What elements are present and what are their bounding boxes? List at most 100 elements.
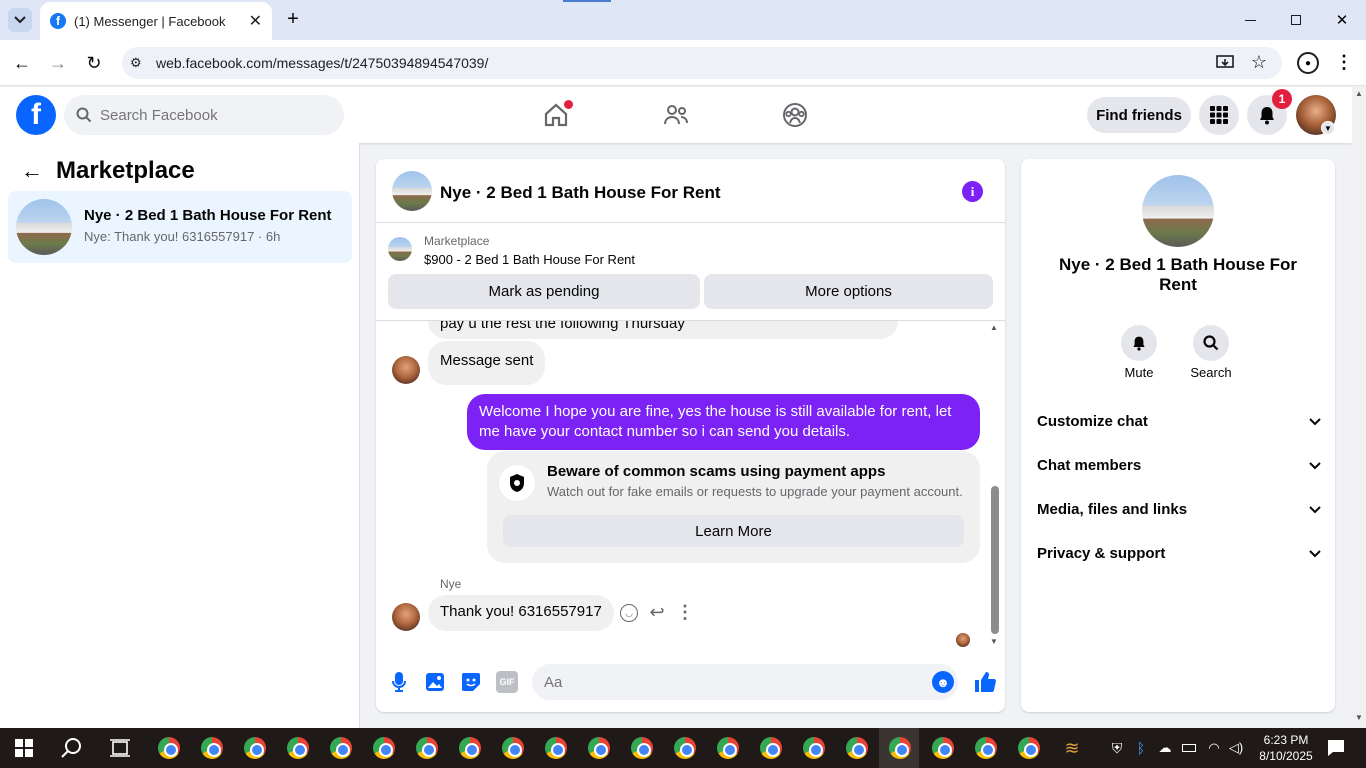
gif-icon[interactable]: GIF: [496, 671, 518, 693]
account-chevron-down-icon[interactable]: ▼: [1321, 121, 1335, 135]
battery-tray-icon[interactable]: [1175, 734, 1203, 762]
chrome-taskbar-icon[interactable]: [671, 734, 699, 762]
chrome-taskbar-icon[interactable]: [284, 734, 312, 762]
chrome-taskbar-icon[interactable]: [757, 734, 785, 762]
chrome-taskbar-icon[interactable]: [327, 734, 355, 762]
mark-as-pending-button[interactable]: Mark as pending: [388, 274, 700, 309]
minimize-icon[interactable]: [1238, 8, 1262, 32]
chevron-down-icon: [1309, 457, 1321, 474]
system-clock[interactable]: 6:23 PM 8/10/2025: [1250, 732, 1322, 764]
home-notification-dot: [564, 100, 573, 109]
tab-list-dropdown-icon[interactable]: [8, 8, 32, 32]
chrome-taskbar-icon[interactable]: [585, 734, 613, 762]
more-options-button[interactable]: More options: [704, 274, 993, 309]
notification-center-icon[interactable]: [1322, 734, 1350, 762]
chrome-taskbar-icon[interactable]: [1015, 734, 1043, 762]
site-settings-icon[interactable]: ⚙: [130, 55, 142, 71]
chrome-taskbar-icon[interactable]: [843, 734, 871, 762]
message-more-icon[interactable]: ⋮: [676, 602, 694, 622]
customize-chat-section[interactable]: Customize chat: [1037, 401, 1321, 441]
chrome-taskbar-icon[interactable]: [370, 734, 398, 762]
conversation-item[interactable]: Nye · 2 Bed 1 Bath House For Rent Nye: T…: [8, 191, 352, 263]
scroll-up-icon[interactable]: ▲: [990, 323, 998, 332]
find-friends-button[interactable]: Find friends: [1087, 97, 1191, 133]
forward-icon[interactable]: →: [46, 51, 70, 75]
facebook-logo-icon[interactable]: f: [16, 95, 56, 135]
contact-avatar-2[interactable]: [392, 603, 420, 631]
facebook-search[interactable]: [64, 95, 344, 135]
menu-grid-icon[interactable]: [1199, 95, 1239, 135]
profile-icon[interactable]: ●: [1297, 52, 1319, 74]
reply-icon[interactable]: ↩: [647, 602, 667, 622]
page-scroll-down-icon[interactable]: ▼: [1355, 713, 1363, 722]
windows-start-icon[interactable]: [10, 734, 38, 762]
conversation-info-panel: Nye · 2 Bed 1 Bath House For Rent Mute S…: [1021, 159, 1335, 712]
thumbs-up-icon[interactable]: [972, 669, 998, 695]
close-tab-icon[interactable]: ✕: [249, 11, 262, 31]
chrome-taskbar-icon[interactable]: [542, 734, 570, 762]
chrome-taskbar-icon[interactable]: [800, 734, 828, 762]
chrome-taskbar-icon[interactable]: [456, 734, 484, 762]
conversation-info-icon[interactable]: i: [962, 181, 983, 202]
chrome-taskbar-icon[interactable]: [628, 734, 656, 762]
chrome-taskbar-icon-active[interactable]: [886, 734, 914, 762]
address-bar[interactable]: ⚙ web.facebook.com/messages/t/2475039489…: [122, 47, 1282, 79]
learn-more-button[interactable]: Learn More: [503, 515, 964, 547]
react-emoji-icon[interactable]: ◡: [620, 604, 638, 622]
mute-bell-icon[interactable]: [1121, 325, 1157, 361]
chrome-taskbar-icon[interactable]: [929, 734, 957, 762]
browser-menu-icon[interactable]: ⋮: [1334, 51, 1354, 73]
page-scroll-up-icon[interactable]: ▲: [1355, 89, 1363, 98]
info-avatar[interactable]: [1142, 175, 1214, 247]
install-app-icon[interactable]: [1214, 52, 1236, 74]
mute-label[interactable]: Mute: [1111, 365, 1167, 380]
page-scrollbar[interactable]: ▲ ▼: [1352, 87, 1366, 728]
chrome-taskbar-icon[interactable]: [155, 734, 183, 762]
message-input-wrapper[interactable]: [532, 664, 958, 700]
groups-icon[interactable]: [779, 99, 811, 131]
incoming-message-text: Thank you! 6316557917: [440, 603, 602, 620]
listing-thumbnail[interactable]: [388, 237, 412, 261]
scroll-down-icon[interactable]: ▼: [990, 637, 998, 646]
photo-icon[interactable]: [424, 671, 446, 693]
scam-warning-body: Watch out for fake emails or requests to…: [547, 484, 963, 499]
back-arrow-icon[interactable]: ←: [20, 158, 44, 183]
chrome-taskbar-icon[interactable]: [198, 734, 226, 762]
message-scrollbar[interactable]: ▲ ▼: [990, 323, 1000, 649]
volume-tray-icon[interactable]: ◁): [1222, 734, 1250, 762]
privacy-support-section[interactable]: Privacy & support: [1037, 533, 1321, 573]
sticker-icon[interactable]: [460, 671, 482, 693]
chat-header-title[interactable]: Nye · 2 Bed 1 Bath House For Rent: [440, 183, 721, 203]
search-conversation-icon[interactable]: [1193, 325, 1229, 361]
media-files-links-section[interactable]: Media, files and links: [1037, 489, 1321, 529]
search-label[interactable]: Search: [1183, 365, 1239, 380]
reload-icon[interactable]: ↻: [82, 51, 106, 75]
restore-icon[interactable]: [1284, 8, 1308, 32]
task-view-icon[interactable]: [106, 734, 134, 762]
url-text[interactable]: web.facebook.com/messages/t/247503948945…: [156, 55, 488, 71]
contact-avatar[interactable]: [392, 356, 420, 384]
chrome-taskbar-icon[interactable]: [714, 734, 742, 762]
friends-icon[interactable]: [660, 99, 692, 131]
emoji-icon[interactable]: ☻: [932, 671, 954, 693]
message-input[interactable]: [544, 673, 924, 691]
chrome-taskbar-icon[interactable]: [972, 734, 1000, 762]
chrome-taskbar-icon[interactable]: [413, 734, 441, 762]
facebook-search-input[interactable]: [100, 106, 320, 124]
home-icon[interactable]: [540, 99, 573, 131]
scrollbar-thumb[interactable]: [991, 486, 999, 634]
scam-warning-card: Beware of common scams using payment app…: [487, 451, 980, 563]
listing-title[interactable]: $900 - 2 Bed 1 Bath House For Rent: [424, 252, 635, 267]
browser-tab-messenger[interactable]: f (1) Messenger | Facebook ✕: [40, 2, 272, 40]
microphone-icon[interactable]: [388, 671, 410, 693]
chat-header-avatar[interactable]: [392, 171, 432, 211]
chat-members-section[interactable]: Chat members: [1037, 445, 1321, 485]
app-taskbar-icon[interactable]: ≋: [1058, 734, 1086, 762]
chrome-taskbar-icon[interactable]: [499, 734, 527, 762]
bookmark-star-icon[interactable]: ☆: [1248, 51, 1270, 73]
new-tab-icon[interactable]: +: [282, 8, 304, 30]
taskbar-search-icon[interactable]: [58, 734, 86, 762]
back-icon[interactable]: ←: [10, 51, 34, 75]
close-window-icon[interactable]: ✕: [1330, 8, 1354, 32]
chrome-taskbar-icon[interactable]: [241, 734, 269, 762]
